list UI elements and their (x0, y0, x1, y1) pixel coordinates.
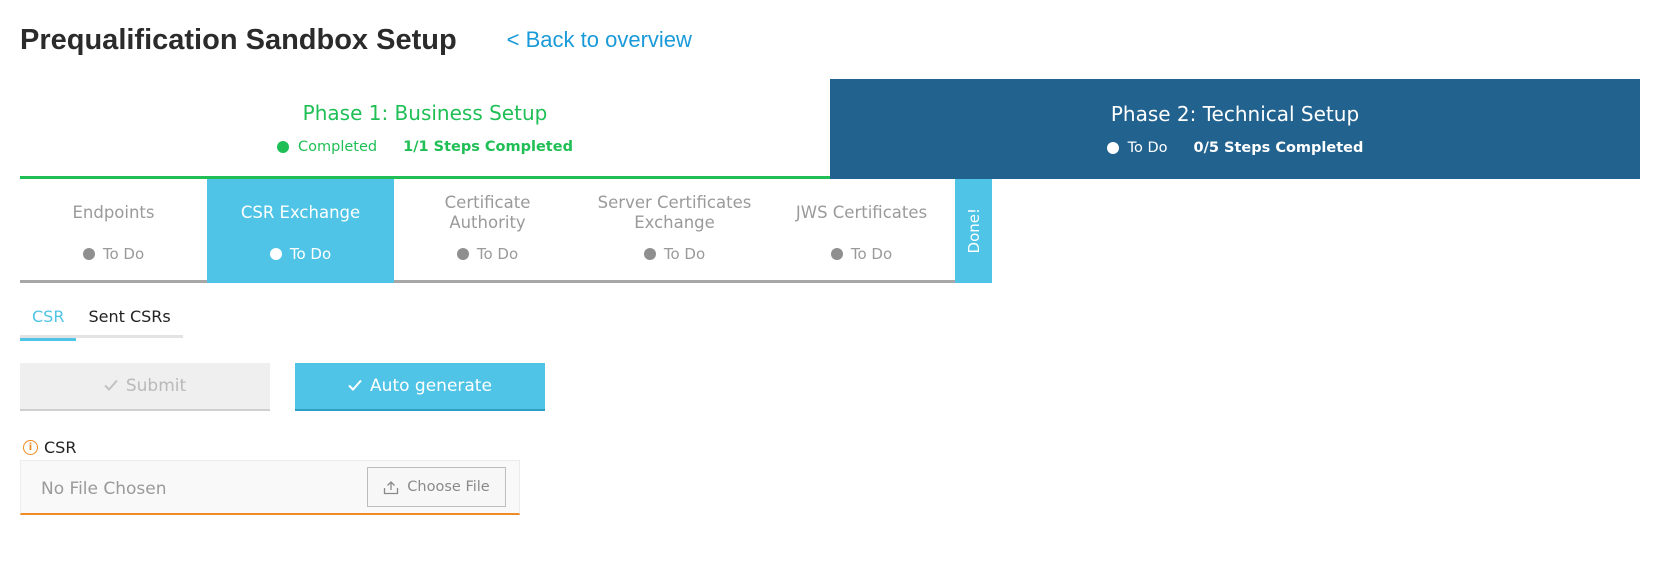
upload-icon (383, 480, 399, 495)
phase-2-status: To Do 0/5 Steps Completed (1106, 140, 1364, 156)
step-tabs: Endpoints To Do CSR Exchange To Do Certi… (20, 179, 992, 283)
file-placeholder: No File Chosen (41, 479, 167, 499)
back-to-overview-link[interactable]: < Back to overview (507, 27, 692, 53)
phase-1-status-text: Completed (298, 138, 378, 155)
step-status-text: To Do (476, 245, 519, 263)
auto-generate-button-label: Auto generate (370, 376, 492, 396)
step-status-text: To Do (102, 245, 145, 263)
subtab-csr[interactable]: CSR (20, 303, 77, 341)
submit-button-label: Submit (125, 376, 187, 396)
status-dot-icon (1106, 142, 1119, 154)
status-dot-icon (456, 248, 469, 260)
phase-1-title: Phase 1: Business Setup (302, 100, 548, 125)
step-status: To Do (82, 245, 145, 263)
status-dot-icon (82, 248, 95, 260)
phase-2-title: Phase 2: Technical Setup (1110, 102, 1360, 126)
step-tab-server-certificates-exchange[interactable]: Server Certificates Exchange To Do (581, 179, 768, 283)
step-tab-certificate-authority[interactable]: Certificate Authority To Do (394, 179, 581, 283)
status-dot-icon (269, 248, 282, 260)
status-dot-icon (277, 140, 290, 153)
phase-2-status-text: To Do (1127, 140, 1168, 156)
step-label: CSR Exchange (240, 203, 361, 222)
choose-file-label: Choose File (407, 479, 490, 495)
csr-field-label: i CSR (23, 438, 76, 457)
step-label: Certificate Authority (444, 193, 531, 232)
csr-field-label-text: CSR (44, 438, 77, 457)
step-status: To Do (643, 245, 706, 263)
phase-2-tab[interactable]: Phase 2: Technical Setup To Do 0/5 Steps… (830, 79, 1640, 179)
phase-1-status: Completed 1/1 Steps Completed (277, 139, 573, 155)
check-icon (348, 376, 362, 396)
step-label: Server Certificates Exchange (597, 193, 752, 232)
done-tab-label: Done! (964, 208, 983, 254)
info-icon: i (23, 440, 38, 455)
csr-subtabs: CSR Sent CSRs (20, 303, 183, 341)
done-tab[interactable]: Done! (955, 179, 992, 283)
submit-button[interactable]: Submit (20, 363, 270, 411)
step-label: JWS Certificates (795, 203, 928, 222)
status-dot-icon (643, 248, 656, 260)
auto-generate-button[interactable]: Auto generate (295, 363, 545, 411)
status-dot-icon (830, 248, 843, 260)
step-status-text: To Do (850, 245, 893, 263)
phase-1-tab[interactable]: Phase 1: Business Setup Completed 1/1 St… (20, 79, 830, 179)
step-tab-csr-exchange[interactable]: CSR Exchange To Do (207, 179, 394, 283)
choose-file-button[interactable]: Choose File (367, 467, 506, 507)
page-title: Prequalification Sandbox Setup (20, 23, 457, 56)
step-status: To Do (830, 245, 893, 263)
subtab-sent-csrs[interactable]: Sent CSRs (76, 303, 182, 338)
phase-2-steps-count: 0/5 Steps Completed (1193, 140, 1364, 156)
step-status-text: To Do (663, 245, 706, 263)
step-tab-endpoints[interactable]: Endpoints To Do (20, 179, 207, 283)
step-status-text: To Do (289, 245, 332, 263)
step-tab-jws-certificates[interactable]: JWS Certificates To Do (768, 179, 955, 283)
step-status: To Do (456, 245, 519, 263)
page-header: Prequalification Sandbox Setup < Back to… (20, 20, 692, 60)
step-status: To Do (269, 245, 332, 263)
phase-1-steps-count: 1/1 Steps Completed (403, 138, 573, 155)
phase-bar: Phase 1: Business Setup Completed 1/1 St… (20, 79, 1640, 179)
csr-file-input[interactable]: No File Chosen Choose File (20, 460, 520, 515)
step-label: Endpoints (72, 203, 155, 222)
check-icon (104, 376, 118, 396)
